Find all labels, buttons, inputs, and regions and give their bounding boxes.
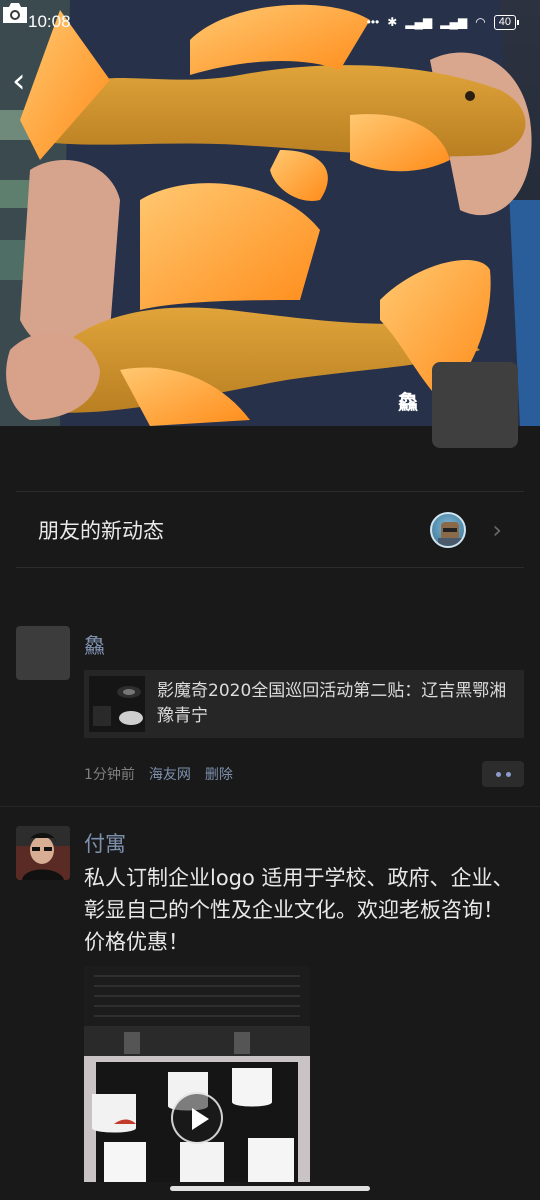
owner-name: 鱻	[398, 390, 418, 414]
post-source[interactable]: 海友网	[149, 764, 191, 784]
status-icons: ••• ✱ ▂▄▆ ▂▄▆ ◠ 40	[366, 14, 520, 30]
delete-button[interactable]: 删除	[205, 764, 233, 784]
camera-icon[interactable]	[0, 0, 30, 26]
home-indicator[interactable]	[170, 1186, 370, 1191]
status-bar: 10:08 ••• ✱ ▂▄▆ ▂▄▆ ◠ 40	[0, 0, 540, 44]
friend-avatar	[430, 512, 466, 548]
battery-icon: 40	[493, 14, 520, 30]
friends-updates-label: 朋友的新动态	[38, 519, 164, 543]
signal-icon-2: ▂▄▆	[440, 15, 468, 29]
divider	[16, 567, 524, 568]
bluetooth-icon: ✱	[387, 15, 398, 29]
shared-link-card[interactable]: 影魔奇2020全国巡回活动第二贴：辽吉黑鄂湘豫青宁	[84, 670, 524, 738]
owner-avatar[interactable]	[432, 362, 518, 448]
wifi-icon: ◠	[475, 15, 486, 29]
play-icon[interactable]	[171, 1092, 223, 1144]
post-text: 私人订制企业logo 适用于学校、政府、企业、彰显自己的个性及企业文化。欢迎老板…	[84, 866, 514, 954]
divider	[0, 806, 540, 807]
status-time: 10:08	[28, 12, 71, 31]
signal-icon: ▂▄▆	[405, 15, 433, 29]
dots-icon: •••	[366, 15, 380, 29]
author-name[interactable]: 鱻	[84, 630, 105, 660]
video-thumbnail	[84, 966, 310, 1182]
post-item: 付寓 私人订制企业logo 适用于学校、政府、企业、彰显自己的个性及企业文化。欢…	[0, 826, 540, 1200]
shared-link-thumbnail	[89, 676, 145, 732]
shared-link-title: 影魔奇2020全国巡回活动第二贴：辽吉黑鄂湘豫青宁	[157, 681, 507, 726]
post-time: 1分钟前	[84, 767, 135, 783]
author-name[interactable]: 付寓	[84, 828, 126, 858]
friends-updates-row[interactable]: 朋友的新动态 ›	[16, 492, 524, 568]
chevron-right-icon: ›	[492, 516, 502, 544]
author-avatar[interactable]	[16, 626, 70, 680]
more-icon[interactable]	[482, 761, 524, 787]
back-icon[interactable]: ‹	[12, 64, 42, 100]
post-video[interactable]	[84, 966, 310, 1182]
author-avatar[interactable]	[16, 826, 70, 880]
post-item: 鱻 影魔奇2020全国巡回活动第二贴：辽吉黑鄂湘豫青宁 1分钟前 海友网 删除	[0, 626, 540, 806]
post-meta: 1分钟前 海友网 删除	[84, 764, 233, 784]
